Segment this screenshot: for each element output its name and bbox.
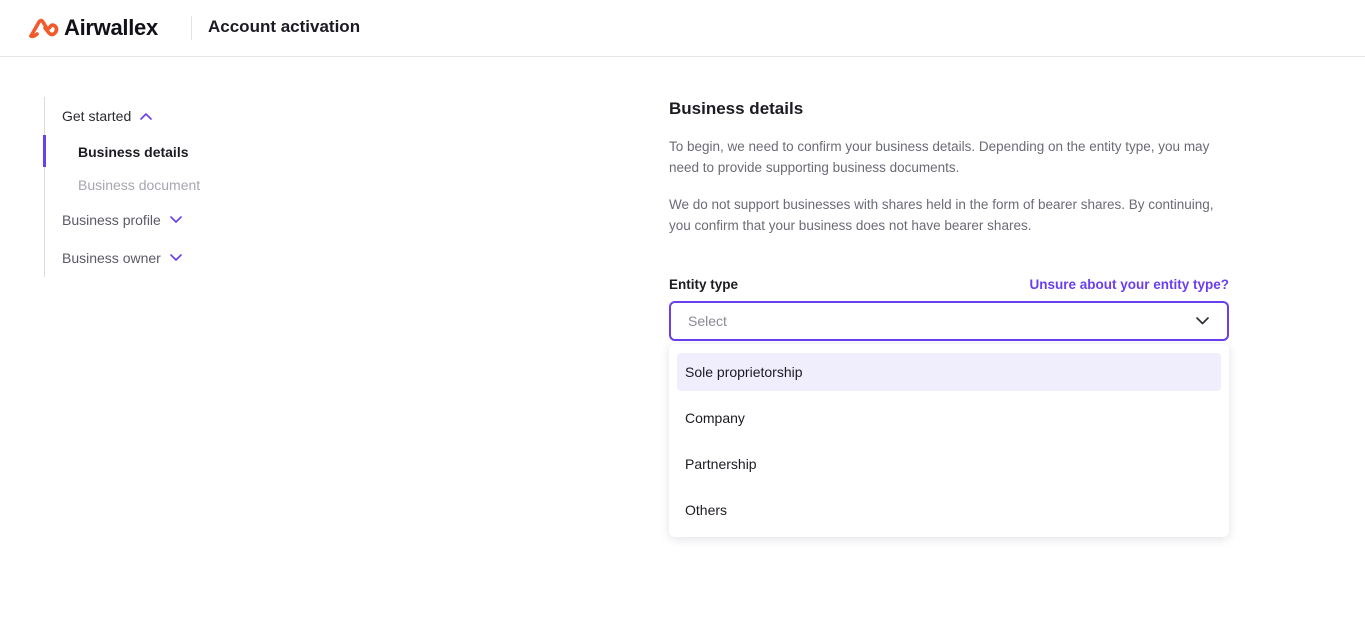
active-step-indicator xyxy=(43,135,46,167)
sidebar-item-business-details[interactable]: Business details xyxy=(78,144,189,160)
section-title: Business details xyxy=(669,99,804,118)
airwallex-logo[interactable]: Airwallex xyxy=(28,14,158,42)
select-placeholder: Select xyxy=(688,313,727,329)
chevron-down-icon xyxy=(1196,317,1209,325)
option-others[interactable]: Others xyxy=(677,491,1221,529)
sidebar-section-get-started[interactable]: Get started xyxy=(62,108,153,124)
chevron-up-icon xyxy=(140,113,153,120)
sidebar-section-business-owner[interactable]: Business owner xyxy=(62,250,182,266)
sidebar-section-label: Business owner xyxy=(62,250,161,266)
option-sole-proprietorship[interactable]: Sole proprietorship xyxy=(677,353,1221,391)
chevron-down-icon xyxy=(170,216,182,223)
sidebar-section-label: Business profile xyxy=(62,212,161,228)
sidebar-item-business-document[interactable]: Business document xyxy=(78,177,200,193)
top-header: Airwallex Account activation xyxy=(0,0,1365,57)
steps-sidebar: Get started Business details Business do… xyxy=(43,97,344,277)
option-partnership[interactable]: Partnership xyxy=(677,445,1221,483)
header-divider xyxy=(191,16,192,40)
chevron-down-icon xyxy=(170,254,182,261)
option-company[interactable]: Company xyxy=(677,399,1221,437)
entity-type-help-link[interactable]: Unsure about your entity type? xyxy=(1029,277,1229,292)
intro-paragraph: To begin, we need to confirm your busine… xyxy=(669,139,1210,175)
brand-name: Airwallex xyxy=(64,15,158,40)
bearer-shares-paragraph: We do not support businesses with shares… xyxy=(669,197,1214,233)
entity-type-dropdown: Sole proprietorship Company Partnership … xyxy=(669,344,1229,537)
sidebar-section-label: Get started xyxy=(62,108,132,124)
entity-type-select[interactable]: Select xyxy=(669,301,1229,341)
page-title: Account activation xyxy=(208,17,361,36)
entity-type-label: Entity type xyxy=(669,277,739,292)
sidebar-section-business-profile[interactable]: Business profile xyxy=(62,212,182,228)
airwallex-logo-icon xyxy=(29,18,59,39)
